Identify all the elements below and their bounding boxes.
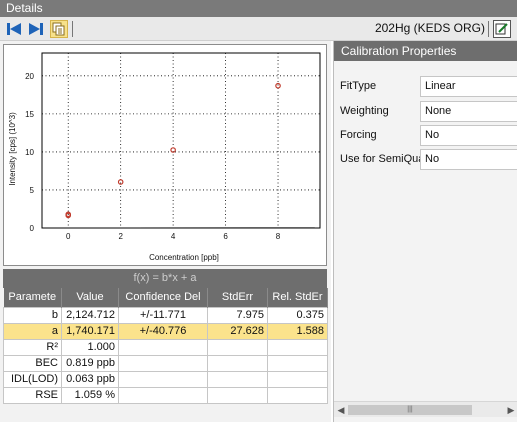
property-label: Weighting: [340, 105, 389, 117]
x-tick-label: 8: [276, 232, 281, 241]
table-row[interactable]: IDL(LOD) 0.063 ppb: [3, 370, 328, 388]
table-cell: R²: [3, 338, 62, 356]
table-cell: a: [3, 322, 62, 340]
table-cell: [118, 354, 208, 372]
first-icon: [7, 23, 21, 35]
x-tick-label: 0: [66, 232, 71, 241]
table-cell: 2,124.712: [61, 306, 119, 324]
property-value-field[interactable]: No: [420, 149, 517, 170]
property-value-field[interactable]: No: [420, 125, 517, 146]
y-tick-label: 10: [25, 148, 34, 157]
property-row[interactable]: Use for SemiQua No: [334, 149, 517, 171]
scrollbar-thumb[interactable]: |||: [348, 405, 472, 415]
horizontal-scrollbar[interactable]: ◀ ||| ▶: [334, 401, 517, 417]
first-record-button[interactable]: [5, 20, 23, 38]
column-header[interactable]: Paramete: [3, 288, 62, 307]
table-cell: 0.063 ppb: [61, 370, 119, 388]
table-row[interactable]: R² 1.000: [3, 338, 328, 356]
table-cell: RSE: [3, 386, 62, 404]
table-cell: [207, 354, 268, 372]
table-cell: [207, 386, 268, 404]
table-cell: 27.628: [207, 322, 268, 340]
toolbar-divider: [488, 21, 489, 37]
table-cell: [267, 370, 328, 388]
calibration-plot: 0 2 4 6 8 0 5 10 15 20 Concentration [ppb] Intens…: [3, 44, 327, 266]
y-tick-label: 20: [25, 72, 34, 81]
column-header[interactable]: Confidence Del: [118, 288, 208, 307]
table-cell: [118, 338, 208, 356]
table-cell: 1.059 %: [61, 386, 119, 404]
table-row[interactable]: RSE 1.059 %: [3, 386, 328, 404]
fit-parameter-table: Paramete Value Confidence Del StdErr Rel. St…: [3, 288, 328, 404]
x-tick-label: 2: [118, 232, 123, 241]
edit-icon: [495, 23, 508, 35]
table-cell: b: [3, 306, 62, 324]
fit-equation: f(x) = b*x + a: [3, 269, 327, 288]
table-cell: 1,740.171: [61, 322, 119, 340]
copy-icon: [52, 22, 65, 36]
x-tick-label: 6: [223, 232, 228, 241]
property-row[interactable]: Weighting None: [334, 101, 517, 123]
toolbar-divider: [72, 21, 73, 37]
column-header[interactable]: Value: [61, 288, 119, 307]
table-cell: IDL(LOD): [3, 370, 62, 388]
left-pane: 0 2 4 6 8 0 5 10 15 20 Concentration [ppb] Intens…: [0, 41, 331, 422]
table-cell: +/-40.776: [118, 322, 208, 340]
table-cell: 0.375: [267, 306, 328, 324]
calibration-chart: 0 2 4 6 8 0 5 10 15 20 Concentration [ppb] Intens…: [8, 52, 321, 262]
table-row[interactable]: a 1,740.171 +/-40.776 27.628 1.588: [3, 322, 328, 340]
table-cell: +/-11.771: [118, 306, 208, 324]
property-row[interactable]: Forcing No: [334, 125, 517, 147]
y-tick-label: 0: [30, 224, 35, 233]
table-cell: [267, 354, 328, 372]
property-label: Forcing: [340, 129, 377, 141]
y-axis-label: Intensity [cps] (10^3): [8, 112, 17, 186]
table-cell: 1.000: [61, 338, 119, 356]
table-cell: 1.588: [267, 322, 328, 340]
properties-pane: Calibration Properties FitType Linear Weig…: [333, 41, 517, 422]
property-label: FitType: [340, 80, 377, 92]
x-tick-label: 4: [171, 232, 176, 241]
table-cell: BEC: [3, 354, 62, 372]
property-row[interactable]: FitType Linear: [334, 76, 517, 98]
table-row[interactable]: b 2,124.712 +/-11.771 7.975 0.375: [3, 306, 328, 324]
edit-button[interactable]: [493, 20, 511, 38]
last-icon: [29, 23, 43, 35]
table-row[interactable]: BEC 0.819 ppb: [3, 354, 328, 372]
property-value-field[interactable]: None: [420, 101, 517, 122]
scroll-right-icon[interactable]: ▶: [505, 404, 517, 416]
copy-button[interactable]: [50, 20, 68, 38]
table-cell: 7.975: [207, 306, 268, 324]
analyte-title: 202Hg (KEDS ORG): [374, 21, 485, 35]
y-tick-label: 15: [25, 110, 34, 119]
table-cell: [267, 338, 328, 356]
y-tick-label: 5: [30, 186, 35, 195]
table-cell: [207, 338, 268, 356]
x-axis-label: Concentration [ppb]: [149, 253, 219, 262]
table-cell: 0.819 ppb: [61, 354, 119, 372]
property-label: Use for SemiQua: [340, 153, 420, 165]
property-value-field[interactable]: Linear: [420, 76, 517, 97]
last-record-button[interactable]: [27, 20, 45, 38]
column-header[interactable]: StdErr: [207, 288, 268, 307]
scroll-left-icon[interactable]: ◀: [335, 404, 347, 416]
table-cell: [118, 386, 208, 404]
column-header[interactable]: Rel. StdEr: [267, 288, 328, 307]
table-cell: [118, 370, 208, 388]
table-cell: [207, 370, 268, 388]
table-cell: [267, 386, 328, 404]
toolbar: 202Hg (KEDS ORG): [0, 17, 517, 41]
properties-header: Calibration Properties: [334, 41, 517, 61]
panel-title: Details: [0, 0, 517, 17]
